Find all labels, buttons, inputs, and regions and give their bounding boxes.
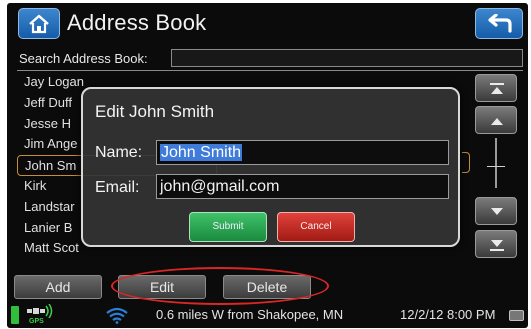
- header: Address Book: [7, 3, 528, 41]
- selection-highlight-edge: [462, 152, 470, 173]
- name-field[interactable]: John Smith: [156, 140, 449, 165]
- page-title: Address Book: [67, 10, 207, 35]
- scroll-bottom-button[interactable]: [475, 230, 517, 258]
- home-icon: [29, 14, 49, 34]
- name-value-selected: John Smith: [160, 144, 243, 161]
- email-field[interactable]: john@gmail.com: [156, 174, 449, 199]
- keyboard-icon[interactable]: [509, 310, 524, 321]
- name-label: Name:: [95, 144, 143, 161]
- add-button[interactable]: Add: [14, 275, 102, 299]
- chevron-up-icon: [491, 118, 503, 125]
- chevron-down-icon: [491, 208, 503, 215]
- gps-label: GPS: [29, 318, 44, 325]
- email-label: Email:: [95, 179, 140, 196]
- edit-contact-dialog: Edit John Smith Name: John Smith Email: …: [81, 87, 460, 247]
- divider: [17, 70, 523, 71]
- search-input[interactable]: [171, 49, 523, 67]
- wifi-icon: [106, 307, 128, 324]
- scroll-down-button[interactable]: [475, 197, 517, 225]
- datetime-text: 12/2/12 8:00 PM: [400, 307, 496, 322]
- dialog-title: Edit John Smith: [95, 102, 215, 121]
- gps-satellite-icon: [27, 304, 53, 318]
- back-button[interactable]: [475, 8, 523, 39]
- location-text: 0.6 miles W from Shakopee, MN: [156, 307, 344, 322]
- back-arrow-icon: [488, 14, 512, 33]
- battery-icon: [11, 306, 19, 324]
- device-screen: Address Book Search Address Book: Jay Lo…: [7, 3, 528, 328]
- scroll-bottom-icon: [490, 240, 504, 251]
- annotation-ellipse: [111, 267, 329, 305]
- scroll-top-button[interactable]: [475, 74, 517, 102]
- status-bar: GPS 0.6 miles W from Shakopee, MN 12/2/1…: [7, 301, 528, 328]
- scroll-up-button[interactable]: [475, 106, 517, 134]
- search-label: Search Address Book:: [19, 51, 148, 66]
- cancel-button[interactable]: Cancel: [277, 212, 355, 242]
- scroll-thumb[interactable]: [487, 166, 505, 167]
- scroll-top-icon: [490, 83, 504, 94]
- scroll-track[interactable]: [495, 138, 497, 188]
- submit-button[interactable]: Submit: [189, 212, 267, 242]
- home-button[interactable]: [18, 8, 60, 39]
